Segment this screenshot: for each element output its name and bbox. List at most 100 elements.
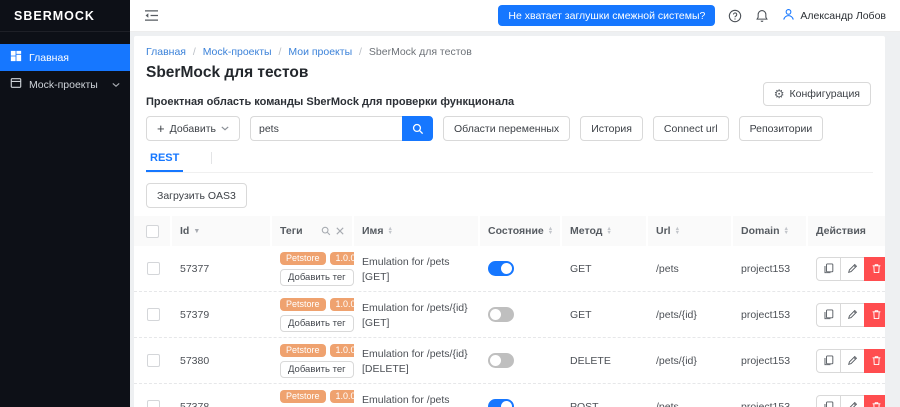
header-state[interactable]: Состояние ▲ ▼ [480,216,562,246]
header-url[interactable]: Url ▲ ▼ [648,216,733,246]
header-tags[interactable]: Теги [272,216,354,246]
bell-icon[interactable] [755,9,769,23]
copy-button[interactable] [816,302,841,327]
copy-button[interactable] [816,348,841,373]
plus-icon: + [157,121,165,136]
row-checkbox[interactable] [146,262,160,275]
delete-button[interactable] [864,394,885,407]
clear-filter-icon[interactable] [336,227,344,235]
chevron-down-icon [221,126,229,131]
state-toggle[interactable] [488,261,514,276]
toggle-knob [490,355,501,366]
cell-method: GET [570,262,592,275]
add-tag-button[interactable]: Добавить тег [280,314,354,332]
repositories-button[interactable]: Репозитории [738,116,824,141]
cell-tags: Petstore 1.0.0 Добавить тег [272,251,354,286]
header-id[interactable]: Id ▼ [172,216,272,246]
filter-search-icon[interactable] [321,226,331,236]
row-checkbox[interactable] [146,400,160,407]
menu-fold-icon[interactable] [144,9,159,22]
state-toggle[interactable] [488,353,514,368]
row-checkbox[interactable] [146,354,160,367]
cell-state [480,399,562,407]
search-input[interactable] [250,116,402,141]
help-icon[interactable] [728,9,742,23]
variables-button[interactable]: Области переменных [443,116,571,141]
cell-method: GET [570,308,592,321]
search-button[interactable] [402,116,433,141]
cell-domain: project153 [741,354,791,367]
page-title: SberMock для тестов [146,64,309,81]
topbar-right: Не хватает заглушки смежной системы? Але… [498,5,886,26]
sort-icon: ▲ ▼ [674,226,681,236]
cell-url: /pets/{id} [656,354,697,367]
sidebar-item-mock-projects[interactable]: Mock-проекты [0,71,130,98]
trash-icon [872,356,881,366]
breadcrumb-current: SberMock для тестов [368,46,472,58]
search-icon [412,123,423,134]
delete-button[interactable] [864,348,885,373]
cell-tags: Petstore 1.0.0 Добавить тег [272,297,354,332]
tag-badge: 1.0.0 [329,297,354,311]
sort-icon: ▲ ▼ [547,226,554,236]
sidebar-item-home[interactable]: Главная [0,44,130,71]
row-checkbox[interactable] [146,308,160,321]
topbar: Не хватает заглушки смежной системы? Але… [130,0,900,32]
configuration-label: Конфигурация [789,88,860,100]
missing-stub-button[interactable]: Не хватает заглушки смежной системы? [498,5,716,26]
add-button[interactable]: + Добавить [146,116,240,141]
tag-badge: Petstore [280,297,326,311]
toggle-knob [501,263,512,274]
cell-id: 57377 [180,262,210,275]
cell-url: /pets [656,400,679,407]
edit-button[interactable] [840,302,865,327]
header-method[interactable]: Метод ▲ ▼ [562,216,648,246]
sidebar: SBERMOCK Главная Mock-проекты [0,0,130,407]
tab-rest[interactable]: REST [146,152,184,172]
connect-url-button[interactable]: Connect url [652,116,729,141]
tab-bar: REST [146,151,873,173]
header-domain[interactable]: Domain ▲ ▼ [733,216,808,246]
copy-button[interactable] [816,256,841,281]
edit-icon [848,263,858,273]
cell-state [480,353,562,368]
tag-badge: 1.0.0 [329,389,354,403]
user-menu[interactable]: Александр Лобов [782,8,886,24]
cell-method: POST [570,400,599,407]
cell-tags: Petstore 1.0.0 Добавить тег [272,343,354,378]
history-button[interactable]: История [580,116,643,141]
cell-name: Emulation for /pets [GET] [362,256,450,283]
cell-state [480,307,562,322]
cell-domain: project153 [741,308,791,321]
gear-icon: ⚙ [773,87,785,101]
user-name: Александр Лобов [800,9,886,22]
edit-button[interactable] [840,348,865,373]
state-toggle[interactable] [488,399,514,407]
breadcrumb-link[interactable]: Мои проекты [288,46,352,58]
upload-oas3-button[interactable]: Загрузить OAS3 [146,183,247,208]
add-tag-button[interactable]: Добавить тег [280,268,354,286]
content-card: Главная / Mock-проекты / Мои проекты / S… [134,36,885,407]
delete-button[interactable] [864,256,885,281]
trash-icon [872,310,881,320]
header-name[interactable]: Имя ▲ ▼ [354,216,480,246]
copy-button[interactable] [816,394,841,407]
configuration-button[interactable]: ⚙ Конфигурация [762,82,871,106]
edit-button[interactable] [840,256,865,281]
edit-button[interactable] [840,394,865,407]
select-all-checkbox[interactable] [145,224,159,238]
toggle-knob [501,401,512,407]
breadcrumb-link[interactable]: Главная [146,46,186,58]
cell-state [480,261,562,276]
toggle-knob [490,309,501,320]
delete-button[interactable] [864,302,885,327]
add-tag-button[interactable]: Добавить тег [280,360,354,378]
state-toggle[interactable] [488,307,514,322]
table-header: Id ▼ Теги Имя ▲ ▼ Состояние ▲ ▼ Метод ▲ ▼ Url ▲ ▼… [134,216,885,246]
add-label: Добавить [169,122,216,135]
breadcrumb-link[interactable]: Mock-проекты [203,46,272,58]
copy-icon [824,309,834,320]
cell-name: Emulation for /pets/{id} [GET] [362,302,468,329]
sidebar-item-label: Главная [29,51,69,64]
cell-url: /pets/{id} [656,308,697,321]
